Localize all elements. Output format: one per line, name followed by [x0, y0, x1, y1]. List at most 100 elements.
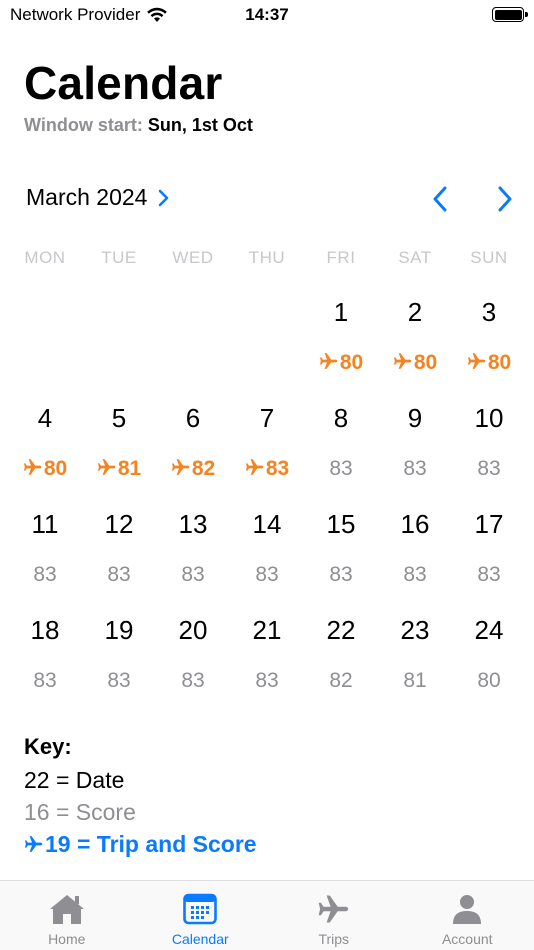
calendar-day-cell[interactable]: 11 83: [8, 502, 82, 608]
status-time: 14:37: [245, 5, 289, 24]
score-value: 81: [117, 457, 142, 480]
trip-score: 80: [304, 351, 378, 375]
calendar-day-cell[interactable]: 21 83: [230, 608, 304, 714]
status-bar: Network Provider 14:37: [0, 0, 534, 30]
day-number: 10: [474, 403, 504, 433]
calendar-day-cell[interactable]: 2 80: [378, 290, 452, 396]
score-value: 83: [329, 563, 353, 586]
day-number: 3: [481, 297, 497, 327]
calendar-day-cell[interactable]: 20 83: [156, 608, 230, 714]
day-score: 83: [452, 457, 526, 481]
calendar-day-cell[interactable]: 10 83: [452, 396, 526, 502]
trip-score: 80: [378, 351, 452, 375]
tab-trips[interactable]: Trips: [267, 881, 401, 950]
calendar-day-cell[interactable]: 1 80: [304, 290, 378, 396]
calendar-day-cell[interactable]: 16 83: [378, 502, 452, 608]
weekday-label: SUN: [470, 248, 508, 267]
calendar-day-cell[interactable]: 5 81: [82, 396, 156, 502]
day-score: 83: [156, 669, 230, 693]
tab-account[interactable]: Account: [401, 881, 534, 950]
calendar-day-cell[interactable]: 22 82: [304, 608, 378, 714]
calendar-day-cell[interactable]: 23 81: [378, 608, 452, 714]
day-number: 13: [178, 509, 208, 539]
score-value: 83: [265, 457, 290, 480]
tab-label: Calendar: [171, 931, 229, 947]
window-start-value: Sun, 1st Oct: [147, 115, 253, 135]
score-value: 80: [339, 351, 364, 374]
calendar-empty-cell: [82, 290, 156, 396]
day-score: 83: [452, 563, 526, 587]
score-value: 80: [477, 669, 501, 692]
tab-label: Home: [48, 931, 86, 947]
window-start: Window start: Sun, 1st Oct: [24, 115, 253, 136]
calendar-day-cell[interactable]: 14 83: [230, 502, 304, 608]
score-value: 83: [477, 457, 501, 480]
day-number: 11: [31, 509, 59, 539]
tab-home[interactable]: Home: [0, 881, 134, 950]
calendar-day-cell[interactable]: 6 82: [156, 396, 230, 502]
day-number: 24: [474, 615, 504, 645]
page-title: Calendar: [24, 57, 223, 109]
calendar-empty-cell: [156, 290, 230, 396]
day-number: 12: [104, 509, 134, 539]
score-value: 83: [255, 563, 279, 586]
day-number: 6: [185, 403, 201, 433]
score-value: 83: [181, 669, 205, 692]
chevron-left-icon: [433, 186, 447, 212]
day-score: 83: [304, 457, 378, 481]
calendar-grid: 1 80 2 80 3 80 4 80 5 81 6 82 7 83 8 83 9 83 10 83 11 83 12 83 1…: [8, 290, 526, 714]
calendar-day-cell[interactable]: 19 83: [82, 608, 156, 714]
score-value: 83: [33, 669, 57, 692]
calendar-day-cell[interactable]: 18 83: [8, 608, 82, 714]
month-navigation: March 2024: [26, 184, 516, 214]
calendar-day-cell[interactable]: 24 80: [452, 608, 526, 714]
calendar-day-cell[interactable]: 3 80: [452, 290, 526, 396]
score-value: 81: [403, 669, 427, 692]
day-score: 83: [378, 563, 452, 587]
legend-date: 22 = Date: [24, 767, 125, 793]
day-score: 83: [230, 563, 304, 587]
score-value: 83: [181, 563, 205, 586]
score-value: 83: [107, 563, 131, 586]
score-value: 80: [487, 351, 512, 374]
previous-month-button[interactable]: [429, 184, 451, 214]
month-picker-button[interactable]: March 2024: [26, 184, 169, 211]
weekday-label: WED: [172, 248, 214, 267]
person-icon: [447, 891, 487, 927]
score-value: 83: [403, 563, 427, 586]
tab-label: Trips: [318, 931, 350, 947]
calendar-day-cell[interactable]: 9 83: [378, 396, 452, 502]
score-value: 82: [329, 669, 353, 692]
day-number: 15: [326, 509, 356, 539]
calendar-day-cell[interactable]: 8 83: [304, 396, 378, 502]
weekday-label: FRI: [326, 248, 356, 267]
legend-score: 16 = Score: [24, 799, 136, 825]
day-number: 8: [333, 403, 349, 433]
calendar-day-cell[interactable]: 15 83: [304, 502, 378, 608]
airplane-icon: [314, 891, 354, 927]
tab-bar: Home Calendar Trips Account: [0, 880, 534, 950]
day-score: 81: [378, 669, 452, 693]
calendar-day-cell[interactable]: 13 83: [156, 502, 230, 608]
legend-title: Key:: [24, 734, 72, 759]
calendar-day-cell[interactable]: 4 80: [8, 396, 82, 502]
calendar-day-cell[interactable]: 7 83: [230, 396, 304, 502]
house-icon: [47, 891, 87, 927]
day-number: 17: [474, 509, 504, 539]
score-value: 83: [329, 457, 353, 480]
legend: Key: 22 = Date 16 = Score 19 = Trip and …: [24, 734, 257, 860]
calendar-day-cell[interactable]: 17 83: [452, 502, 526, 608]
calendar-day-cell[interactable]: 12 83: [82, 502, 156, 608]
day-number: 14: [252, 509, 282, 539]
day-number: 4: [37, 403, 53, 433]
weekday-label: TUE: [101, 248, 137, 267]
trip-score: 80: [452, 351, 526, 375]
day-number: 18: [30, 615, 60, 645]
tab-calendar[interactable]: Calendar: [134, 881, 268, 950]
day-number: 23: [400, 615, 430, 645]
airplane-icon: [245, 459, 264, 475]
day-number: 7: [259, 403, 275, 433]
day-number: 20: [178, 615, 208, 645]
next-month-button[interactable]: [494, 184, 516, 214]
day-score: 83: [8, 563, 82, 587]
